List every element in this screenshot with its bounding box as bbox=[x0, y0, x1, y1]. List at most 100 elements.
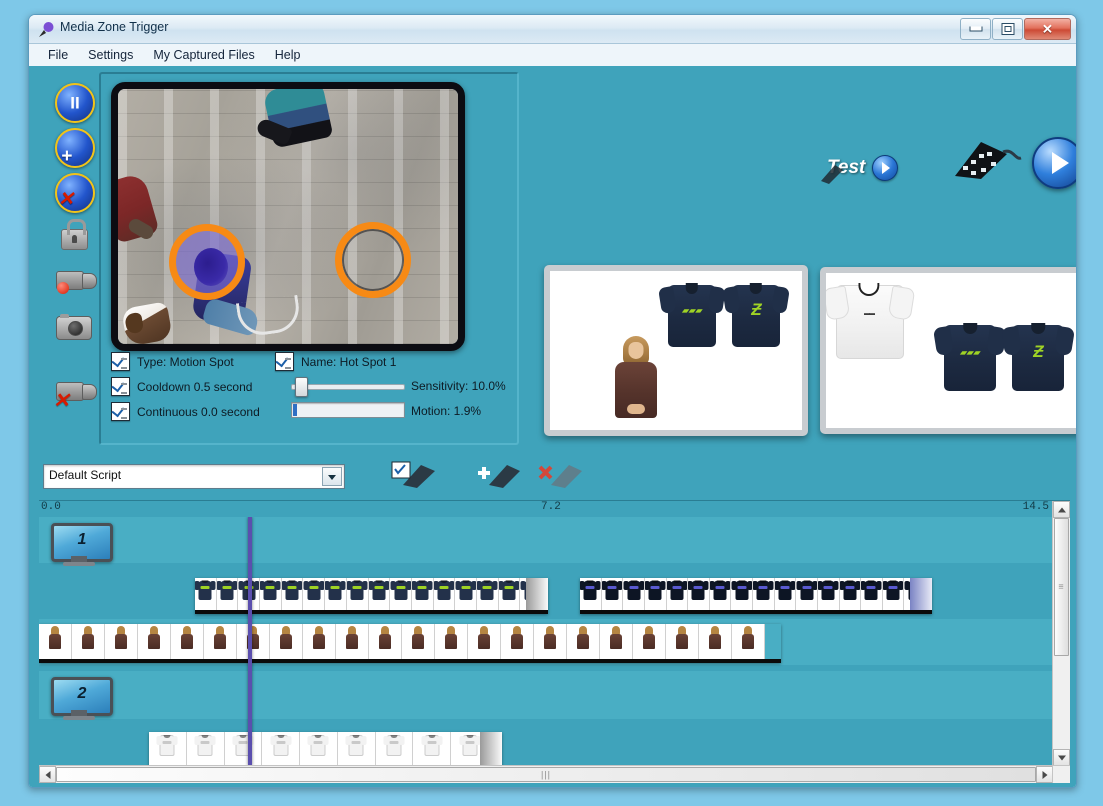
main-content: II + ✕ ✕ Type: Motion Spot Name: Hot Spo… bbox=[29, 66, 1076, 787]
pause-zone-button[interactable]: II bbox=[51, 80, 97, 124]
sensitivity-slider-thumb[interactable] bbox=[295, 377, 308, 397]
scroll-left-button[interactable] bbox=[39, 766, 56, 783]
menu-item-settings[interactable]: Settings bbox=[78, 46, 143, 64]
snapshot-button[interactable] bbox=[51, 305, 97, 349]
vertical-scroll-thumb[interactable]: ≡ bbox=[1054, 518, 1069, 656]
preview-panel-1[interactable]: ▰▰▰ Ƶ bbox=[544, 265, 808, 436]
frame-presenter-icon bbox=[642, 626, 656, 649]
frame-presenter-icon bbox=[279, 626, 293, 649]
test-button[interactable]: Test bbox=[821, 155, 899, 184]
frame-collar bbox=[428, 735, 436, 738]
delete-glyph: ✕ bbox=[58, 189, 74, 210]
timeline-canvas[interactable]: 1 2 bbox=[39, 517, 1053, 766]
timeline-ruler[interactable]: 0.0 7.2 14.5 bbox=[39, 501, 1053, 518]
pause-orb-icon: II bbox=[55, 83, 95, 123]
frame-collar bbox=[239, 735, 247, 738]
frame-logo bbox=[780, 586, 790, 589]
frame-tshirt-icon bbox=[194, 735, 216, 756]
delete-zone-button[interactable]: ✕ bbox=[51, 170, 97, 214]
frame-logo bbox=[715, 586, 725, 589]
frame-logo bbox=[465, 741, 474, 744]
frame-collar bbox=[331, 580, 339, 583]
frame-tshirt-icon bbox=[346, 580, 368, 600]
frame-collar bbox=[846, 580, 854, 583]
horizontal-scrollbar[interactable]: ||| bbox=[39, 765, 1053, 783]
scroll-up-button[interactable] bbox=[1053, 501, 1070, 518]
lock-icon bbox=[61, 219, 88, 250]
test-play-icon[interactable] bbox=[872, 155, 899, 181]
pause-glyph: II bbox=[70, 93, 80, 113]
scroll-down-button[interactable] bbox=[1053, 749, 1070, 766]
lock-button[interactable] bbox=[51, 215, 97, 259]
frame-collar bbox=[440, 580, 448, 583]
frame-logo bbox=[351, 741, 361, 744]
clip-tshirt-white[interactable] bbox=[149, 732, 502, 766]
track-1-monitor[interactable]: 1 bbox=[51, 523, 113, 567]
clip-frame bbox=[600, 624, 633, 663]
clip-frame bbox=[149, 732, 187, 766]
delete-film-icon[interactable] bbox=[537, 461, 583, 489]
frame-collar bbox=[462, 580, 470, 583]
vertical-scrollbar[interactable]: ≡ bbox=[1052, 501, 1070, 766]
continuous-checkbox[interactable] bbox=[111, 402, 130, 421]
frame-logo bbox=[693, 586, 703, 589]
hot-spot-1[interactable] bbox=[169, 224, 245, 300]
frame-tshirt-icon bbox=[270, 735, 292, 756]
name-row: Name: Hot Spot 1 bbox=[275, 352, 396, 371]
play-button-icon[interactable] bbox=[1032, 137, 1076, 189]
playhead[interactable] bbox=[248, 517, 252, 766]
track-1-label: 1 bbox=[77, 531, 87, 548]
frame-collar bbox=[694, 580, 702, 583]
add-film-icon[interactable] bbox=[475, 461, 521, 489]
menu-item-file[interactable]: File bbox=[38, 46, 78, 64]
frame-tshirt-icon bbox=[383, 735, 405, 756]
frame-logo bbox=[650, 586, 660, 589]
zone-toolbar: II + ✕ ✕ bbox=[51, 80, 107, 416]
frame-tshirt-icon bbox=[601, 580, 623, 600]
add-zone-button[interactable]: + bbox=[51, 125, 97, 169]
horizontal-scroll-thumb[interactable]: ||| bbox=[56, 767, 1036, 782]
frame-presenter-icon bbox=[609, 626, 623, 649]
scroll-right-button[interactable] bbox=[1036, 766, 1053, 783]
video-preview[interactable] bbox=[111, 82, 465, 351]
clip-tshirt-dark[interactable] bbox=[580, 578, 932, 614]
track-2-monitor[interactable]: 2 bbox=[51, 677, 113, 721]
script-select[interactable]: Default Script bbox=[43, 464, 345, 489]
frame-collar bbox=[314, 735, 322, 738]
menu-item-my-captured-files[interactable]: My Captured Files bbox=[143, 46, 264, 64]
hot-spot-2[interactable] bbox=[335, 222, 411, 298]
menu-item-help[interactable]: Help bbox=[265, 46, 311, 64]
tshirt-navy-back-2: Ƶ bbox=[1001, 323, 1075, 391]
cooldown-checkbox[interactable] bbox=[111, 377, 130, 396]
frame-logo bbox=[866, 586, 876, 589]
name-checkbox[interactable] bbox=[275, 352, 294, 371]
edit-script-film-icon[interactable] bbox=[391, 461, 437, 489]
stop-capture-button[interactable]: ✕ bbox=[51, 371, 97, 415]
clip-presenter[interactable] bbox=[39, 624, 781, 663]
frame-presenter-icon bbox=[444, 626, 458, 649]
clip-frame bbox=[72, 624, 105, 663]
film-strip-icon bbox=[955, 142, 1022, 179]
close-button[interactable]: ✕ bbox=[1024, 18, 1071, 40]
frame-logo bbox=[672, 586, 682, 589]
minimize-button[interactable] bbox=[960, 18, 991, 40]
chevron-down-icon[interactable] bbox=[322, 467, 342, 486]
clip-frame bbox=[325, 578, 347, 614]
frame-logo bbox=[585, 586, 595, 589]
type-row: Type: Motion Spot bbox=[111, 352, 234, 371]
frame-logo bbox=[200, 741, 210, 744]
sensitivity-slider-track[interactable] bbox=[291, 384, 405, 390]
frame-collar bbox=[630, 580, 638, 583]
frame-logo bbox=[265, 586, 275, 589]
maximize-button[interactable] bbox=[992, 18, 1023, 40]
frame-logo bbox=[823, 586, 833, 589]
frame-collar bbox=[781, 580, 789, 583]
preview-panel-2[interactable]: ▬▬ ▰▰▰ Ƶ bbox=[820, 267, 1076, 434]
clip-frame bbox=[346, 578, 369, 614]
record-button[interactable] bbox=[51, 260, 97, 304]
clip-frame bbox=[501, 624, 534, 663]
frame-logo bbox=[737, 586, 747, 589]
tshirt-navy-front-2: ▰▰▰ bbox=[933, 323, 1007, 391]
type-checkbox[interactable] bbox=[111, 352, 130, 371]
clip-frame bbox=[375, 732, 414, 766]
